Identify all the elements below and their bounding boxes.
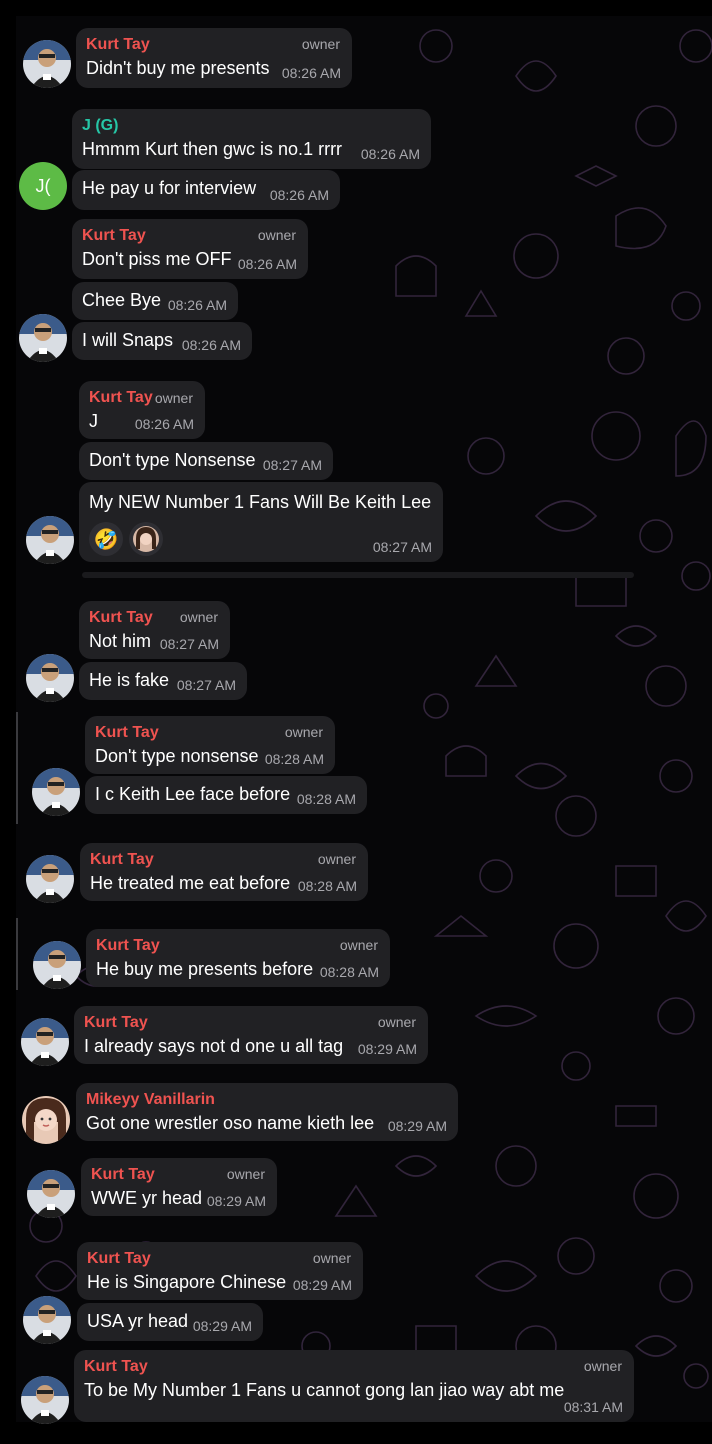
- role-badge: owner: [583, 1358, 622, 1374]
- message-bubble[interactable]: Kurt Tay owner To be My Number 1 Fans u …: [74, 1350, 634, 1422]
- avatar-photo-icon: [19, 314, 67, 362]
- avatar-kurt[interactable]: [19, 314, 67, 362]
- sender-name[interactable]: J (G): [82, 115, 421, 137]
- message-time: 08:28 AM: [264, 751, 324, 767]
- message-bubble[interactable]: Kurt Tay owner He treated me eat before …: [80, 843, 368, 901]
- avatar-kurt[interactable]: [26, 516, 74, 564]
- message-time: 08:27 AM: [372, 539, 432, 555]
- message-bubble[interactable]: Kurt Tay owner Not him 08:27 AM: [79, 601, 230, 659]
- avatar-photo-icon: [21, 1376, 69, 1424]
- message-time: 08:26 AM: [167, 297, 227, 313]
- avatar-photo-icon: [26, 654, 74, 702]
- avatar-photo-icon: [21, 1018, 69, 1066]
- avatar-kurt[interactable]: [32, 768, 80, 816]
- sender-name[interactable]: Kurt Tay: [96, 935, 380, 957]
- message-time: 08:29 AM: [387, 1118, 447, 1134]
- reaction-laughing-emoji[interactable]: 🤣: [89, 522, 123, 556]
- message-text: To be My Number 1 Fans u cannot gong lan…: [84, 1380, 565, 1400]
- message-bubble[interactable]: My NEW Number 1 Fans Will Be Keith Lee 🤣…: [79, 482, 443, 562]
- message-bubble[interactable]: Kurt Tay owner Didn't buy me presents 08…: [76, 28, 352, 88]
- role-badge: owner: [339, 937, 378, 953]
- avatar-photo-icon: [26, 516, 74, 564]
- message-bubble[interactable]: He is fake 08:27 AM: [79, 662, 247, 700]
- avatar-kurt[interactable]: [21, 1376, 69, 1424]
- message-text: My NEW Number 1 Fans Will Be Keith Lee: [89, 492, 432, 512]
- reply-indicator-bar: [16, 712, 18, 824]
- message-bubble[interactable]: I will Snaps 08:26 AM: [72, 322, 252, 360]
- avatar-kurt[interactable]: [23, 1296, 71, 1344]
- role-badge: owner: [377, 1014, 416, 1030]
- sender-name[interactable]: Kurt Tay: [84, 1356, 624, 1378]
- role-badge: owner: [312, 1250, 351, 1266]
- message-time: 08:26 AM: [181, 337, 241, 353]
- avatar-kurt[interactable]: [26, 654, 74, 702]
- message-bubble[interactable]: USA yr head 08:29 AM: [77, 1303, 263, 1341]
- message-bubble[interactable]: Kurt Tay owner He is Singapore Chinese 0…: [77, 1242, 363, 1300]
- role-badge: owner: [301, 36, 340, 52]
- avatar-mikeyy[interactable]: [22, 1096, 70, 1144]
- message-time: 08:29 AM: [206, 1193, 266, 1209]
- message-bubble[interactable]: Kurt Tay owner WWE yr head 08:29 AM: [81, 1158, 277, 1216]
- avatar-j[interactable]: J(: [19, 162, 67, 210]
- avatar-photo-icon: [23, 1296, 71, 1344]
- message-bubble[interactable]: I c Keith Lee face before 08:28 AM: [85, 776, 367, 814]
- avatar-kurt[interactable]: [21, 1018, 69, 1066]
- role-badge: owner: [284, 724, 323, 740]
- role-badge: owner: [257, 227, 296, 243]
- avatar-kurt[interactable]: [33, 941, 81, 989]
- message-bubble[interactable]: Chee Bye 08:26 AM: [72, 282, 238, 320]
- message-bubble[interactable]: Don't type Nonsense 08:27 AM: [79, 442, 333, 480]
- role-badge: owner: [154, 390, 193, 406]
- message-divider: [82, 572, 634, 578]
- message-time: 08:29 AM: [357, 1041, 417, 1057]
- message-bubble[interactable]: Kurt Tay owner I already says not d one …: [74, 1006, 428, 1064]
- avatar-photo-icon: [22, 1096, 70, 1144]
- avatar-photo-icon: [33, 941, 81, 989]
- role-badge: owner: [317, 851, 356, 867]
- message-bubble[interactable]: Kurt Tay owner Don't type nonsense 08:28…: [85, 716, 335, 774]
- sender-name[interactable]: Mikeyy Vanillarin: [86, 1089, 448, 1111]
- message-time: 08:28 AM: [297, 878, 357, 894]
- message-bubble[interactable]: Kurt Tay owner Don't piss me OFF 08:26 A…: [72, 219, 308, 279]
- message-time: 08:27 AM: [159, 636, 219, 652]
- avatar-photo-icon: [26, 855, 74, 903]
- avatar-kurt[interactable]: [23, 40, 71, 88]
- avatar-photo-icon: [27, 1170, 75, 1218]
- message-bubble[interactable]: He pay u for interview 08:26 AM: [72, 170, 340, 210]
- avatar-photo-icon: [32, 768, 80, 816]
- reaction-user-avatar[interactable]: [129, 522, 163, 556]
- reply-indicator-bar: [16, 918, 18, 990]
- message-time: 08:26 AM: [281, 65, 341, 81]
- message-time: 08:28 AM: [319, 964, 379, 980]
- message-bubble[interactable]: Kurt Tay owner He buy me presents before…: [86, 929, 390, 987]
- message-time: 08:29 AM: [292, 1277, 352, 1293]
- message-time: 08:27 AM: [262, 457, 322, 473]
- sender-name[interactable]: Kurt Tay: [84, 1012, 418, 1034]
- reactor-avatar-icon: [133, 526, 159, 552]
- role-badge: owner: [226, 1166, 265, 1182]
- avatar-kurt[interactable]: [26, 855, 74, 903]
- role-badge: owner: [179, 609, 218, 625]
- message-time: 08:26 AM: [360, 146, 420, 162]
- message-time: 08:26 AM: [237, 256, 297, 272]
- message-bubble[interactable]: Kurt Tay owner J 08:26 AM: [79, 381, 205, 439]
- message-time: 08:27 AM: [176, 677, 236, 693]
- message-time: 08:26 AM: [269, 187, 329, 203]
- message-bubble[interactable]: Mikeyy Vanillarin Got one wrestler oso n…: [76, 1083, 458, 1141]
- avatar-kurt[interactable]: [27, 1170, 75, 1218]
- message-time: 08:31 AM: [563, 1399, 623, 1415]
- message-bubble[interactable]: J (G) Hmmm Kurt then gwc is no.1 rrrr 08…: [72, 109, 431, 169]
- message-time: 08:26 AM: [134, 416, 194, 432]
- message-time: 08:29 AM: [192, 1318, 252, 1334]
- avatar-photo-icon: [23, 40, 71, 88]
- message-time: 08:28 AM: [296, 791, 356, 807]
